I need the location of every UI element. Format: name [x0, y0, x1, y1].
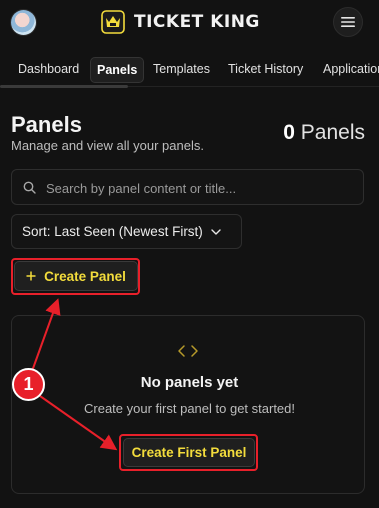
- panel-count-label: Panels: [300, 121, 365, 144]
- annotation-highlight-create-panel: [11, 258, 140, 295]
- brand[interactable]: TICKET KING: [100, 8, 260, 36]
- annotation-step-badge: 1: [12, 368, 45, 401]
- brand-name: TICKET KING: [134, 12, 260, 32]
- page-title: Panels: [11, 112, 82, 137]
- ticket-king-logo-icon: [101, 10, 125, 34]
- panel-count: 0 Panels: [283, 121, 365, 145]
- top-bar: TICKET KING: [0, 0, 379, 46]
- empty-state-subtitle: Create your first panel to get started!: [84, 401, 295, 416]
- page-subtitle: Manage and view all your panels.: [11, 138, 204, 153]
- sort-label: Sort: Last Seen (Newest First): [22, 224, 203, 239]
- menu-button[interactable]: [333, 7, 363, 37]
- empty-state-title: No panels yet: [140, 374, 239, 391]
- tab-applications[interactable]: Applications: [323, 56, 379, 82]
- tabs-scrollbar[interactable]: [0, 85, 128, 88]
- user-avatar-icon[interactable]: [11, 10, 36, 35]
- code-brackets-icon: [178, 345, 198, 357]
- sort-dropdown[interactable]: Sort: Last Seen (Newest First): [11, 214, 242, 249]
- chevron-down-icon: [211, 228, 221, 235]
- panel-count-number: 0: [283, 121, 295, 144]
- annotation-highlight-create-first-panel: [119, 434, 258, 471]
- tab-ticket-history[interactable]: Ticket History: [228, 56, 303, 82]
- tab-dashboard[interactable]: Dashboard: [18, 56, 79, 82]
- hamburger-menu-icon: [341, 17, 355, 27]
- search-box[interactable]: [11, 169, 364, 206]
- search-icon: [23, 181, 36, 194]
- search-input[interactable]: [44, 170, 358, 206]
- tab-templates[interactable]: Templates: [153, 56, 210, 82]
- nav-tabs: Dashboard Panels Templates Ticket Histor…: [0, 56, 379, 84]
- tab-panels[interactable]: Panels: [90, 57, 145, 83]
